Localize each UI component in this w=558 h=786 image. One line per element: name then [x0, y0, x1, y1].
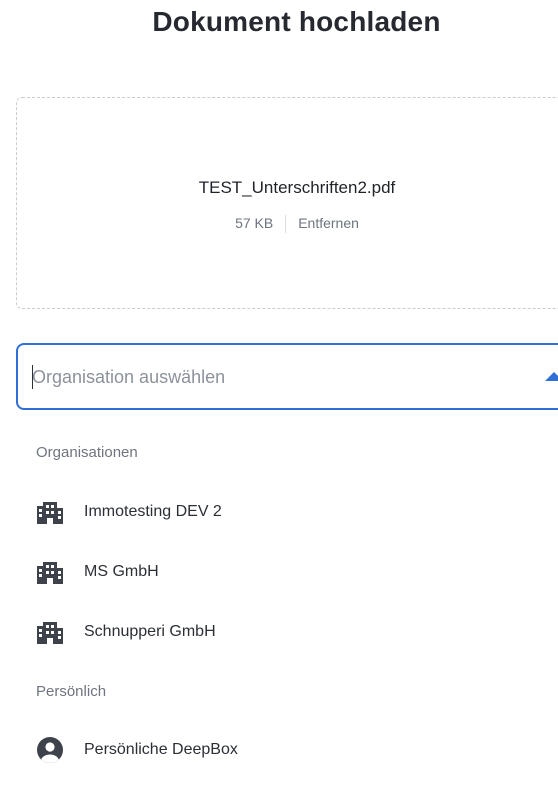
option-label: MS GmbH: [84, 563, 159, 580]
uploaded-file-meta: 57 KB Entfernen: [17, 215, 558, 234]
uploaded-file-name: TEST_Unterschriften2.pdf: [198, 178, 396, 197]
chevron-up-icon[interactable]: [545, 372, 558, 381]
building-icon: [34, 618, 66, 646]
meta-divider: [285, 215, 287, 234]
group-label-persoenlich: Persönlich: [36, 683, 107, 700]
upload-dropzone[interactable]: TEST_Unterschriften2.pdf 57 KB Entfernen: [16, 97, 558, 309]
option-immotesting-dev-2[interactable]: Immotesting DEV 2: [20, 488, 558, 536]
option-schnupperi-gmbh[interactable]: Schnupperi GmbH: [20, 608, 558, 656]
option-ms-gmbh[interactable]: MS GmbH: [20, 548, 558, 596]
option-label: Schnupperi GmbH: [84, 623, 216, 640]
option-label: Immotesting DEV 2: [84, 503, 222, 520]
text-cursor: [32, 365, 33, 389]
organization-search-input[interactable]: [32, 363, 512, 391]
remove-file-button[interactable]: Entfernen: [298, 215, 359, 231]
building-icon: [34, 558, 66, 586]
option-label: Persönliche DeepBox: [84, 741, 238, 758]
dialog-title: Dokument hochladen: [152, 6, 441, 37]
organization-select[interactable]: [16, 343, 558, 410]
option-persoenliche-deepbox[interactable]: Persönliche DeepBox: [20, 726, 558, 774]
building-icon: [34, 498, 66, 526]
file-size: 57 KB: [235, 215, 274, 231]
group-label-organisationen: Organisationen: [36, 444, 138, 461]
user-circle-icon: [34, 736, 66, 764]
